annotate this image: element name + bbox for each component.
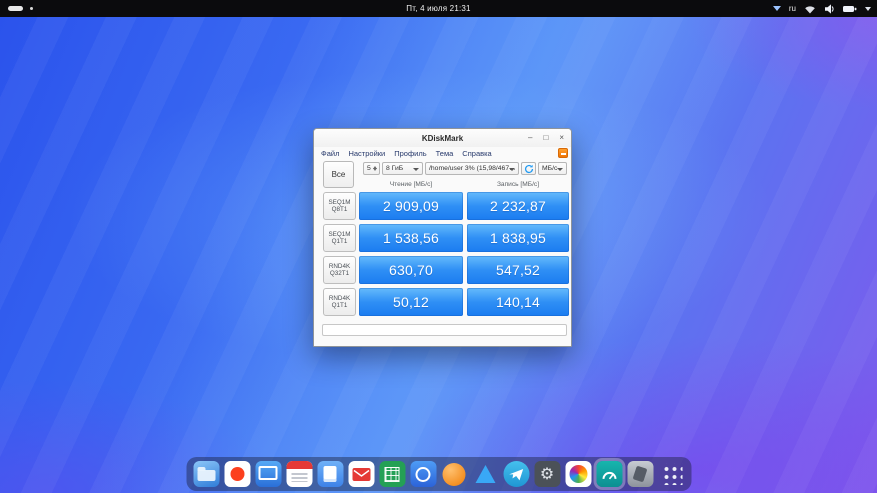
- chevron-down-icon[interactable]: [865, 7, 871, 11]
- workspace-indicator: [8, 6, 33, 11]
- test-type-button[interactable]: SEQ1M Q8T1: [323, 192, 356, 220]
- wifi-icon[interactable]: [804, 4, 816, 14]
- dock-item-remote-display[interactable]: [255, 461, 281, 487]
- benchmark-rows: SEQ1M Q8T1 2 909,09 2 232,87 SEQ1M Q1T1 …: [323, 192, 569, 316]
- write-result-field[interactable]: 547,52: [467, 256, 569, 284]
- volume-icon[interactable]: [824, 4, 835, 14]
- dock-item-yandex-browser[interactable]: [224, 461, 250, 487]
- target-drive-dropdown[interactable]: /home/user 3% (15,98/467…: [425, 162, 519, 175]
- workspace-dot-icon: [30, 7, 33, 10]
- unit-dropdown[interactable]: МБ/с: [538, 162, 567, 175]
- read-result-field[interactable]: 1 538,56: [359, 224, 463, 252]
- system-tray: ru: [773, 0, 871, 17]
- benchmark-toolbar: 5 8 ГиБ /home/user 3% (15,98/467… МБ/с: [363, 162, 567, 175]
- window-titlebar[interactable]: KDiskMark – □ ×: [314, 129, 571, 148]
- dock-item-orange-app[interactable]: [441, 461, 467, 487]
- minimize-button[interactable]: –: [528, 134, 532, 142]
- menu-file[interactable]: Файл: [321, 149, 339, 158]
- dock-item-text-editor[interactable]: [317, 461, 343, 487]
- kdiskmark-window: KDiskMark – □ × Файл Настройки Профиль Т…: [313, 128, 572, 347]
- speedometer-icon: [600, 466, 618, 482]
- dock-item-photos[interactable]: [565, 461, 591, 487]
- menu-profile[interactable]: Профиль: [394, 149, 426, 158]
- write-column-header: Запись [МБ/с]: [467, 179, 569, 189]
- benchmark-row-seq1m-q8t1: SEQ1M Q8T1 2 909,09 2 232,87: [323, 192, 569, 220]
- test-label-line2: Q32T1: [330, 270, 349, 278]
- battery-icon[interactable]: [843, 5, 857, 13]
- test-label-line2: Q8T1: [332, 206, 348, 214]
- dock: ⚙: [186, 457, 691, 491]
- benchmark-row-rnd4k-q32t1: RND4K Q32T1 630,70 547,52: [323, 256, 569, 284]
- tray-arrow-icon[interactable]: [773, 6, 781, 11]
- run-all-button[interactable]: Все: [323, 161, 354, 188]
- keyboard-layout-indicator[interactable]: ru: [789, 4, 796, 13]
- workspace-pill-icon: [8, 6, 23, 11]
- test-type-button[interactable]: SEQ1M Q1T1: [323, 224, 356, 252]
- test-label-line1: SEQ1M: [328, 231, 350, 239]
- status-line: [322, 324, 567, 336]
- telegram-icon: [508, 467, 524, 481]
- menu-bar: Файл Настройки Профиль Тема Справка: [314, 147, 571, 160]
- read-column-header: Чтение [МБ/с]: [359, 179, 463, 189]
- test-label-line2: Q1T1: [332, 238, 348, 246]
- dock-item-mail[interactable]: [348, 461, 374, 487]
- menu-settings[interactable]: Настройки: [348, 149, 385, 158]
- dock-item-calendar[interactable]: [286, 461, 312, 487]
- read-result-field[interactable]: 50,12: [359, 288, 463, 316]
- test-label-line2: Q1T1: [332, 302, 348, 310]
- mail-icon: [352, 468, 370, 481]
- test-label-line1: SEQ1M: [328, 199, 350, 207]
- test-type-button[interactable]: RND4K Q32T1: [323, 256, 356, 284]
- dock-item-telegram[interactable]: [503, 461, 529, 487]
- gear-icon: ⚙: [540, 466, 554, 482]
- menu-overflow-icon[interactable]: [558, 148, 568, 158]
- refresh-icon: [524, 164, 534, 174]
- test-size-dropdown[interactable]: 8 ГиБ: [382, 162, 423, 175]
- benchmark-row-seq1m-q1t1: SEQ1M Q1T1 1 538,56 1 838,95: [323, 224, 569, 252]
- write-result-field[interactable]: 140,14: [467, 288, 569, 316]
- dock-item-spreadsheet[interactable]: [379, 461, 405, 487]
- test-label-line1: RND4K: [329, 263, 350, 271]
- clock[interactable]: Пт, 4 июля 21:31: [406, 0, 470, 17]
- read-result-field[interactable]: 2 909,09: [359, 192, 463, 220]
- dock-item-settings[interactable]: ⚙: [534, 461, 560, 487]
- menu-theme[interactable]: Тема: [436, 149, 454, 158]
- dock-item-media-player[interactable]: [472, 461, 498, 487]
- loop-count-spinner[interactable]: 5: [363, 162, 380, 175]
- close-button[interactable]: ×: [559, 134, 564, 142]
- dock-item-kdiskmark-active[interactable]: [596, 461, 622, 487]
- window-controls: – □ ×: [528, 129, 564, 147]
- dock-item-file-manager[interactable]: [193, 461, 219, 487]
- dock-item-office-app[interactable]: [410, 461, 436, 487]
- refresh-button[interactable]: [521, 162, 536, 175]
- write-result-field[interactable]: 1 838,95: [467, 224, 569, 252]
- read-result-field[interactable]: 630,70: [359, 256, 463, 284]
- dock-item-app-grid[interactable]: [658, 461, 684, 487]
- dock-item-system-tool[interactable]: [627, 461, 653, 487]
- benchmark-row-rnd4k-q1t1: RND4K Q1T1 50,12 140,14: [323, 288, 569, 316]
- test-label-line1: RND4K: [329, 295, 350, 303]
- menu-help[interactable]: Справка: [462, 149, 491, 158]
- maximize-button[interactable]: □: [543, 134, 548, 142]
- top-panel: Пт, 4 июля 21:31 ru: [0, 0, 877, 17]
- write-result-field[interactable]: 2 232,87: [467, 192, 569, 220]
- test-type-button[interactable]: RND4K Q1T1: [323, 288, 356, 316]
